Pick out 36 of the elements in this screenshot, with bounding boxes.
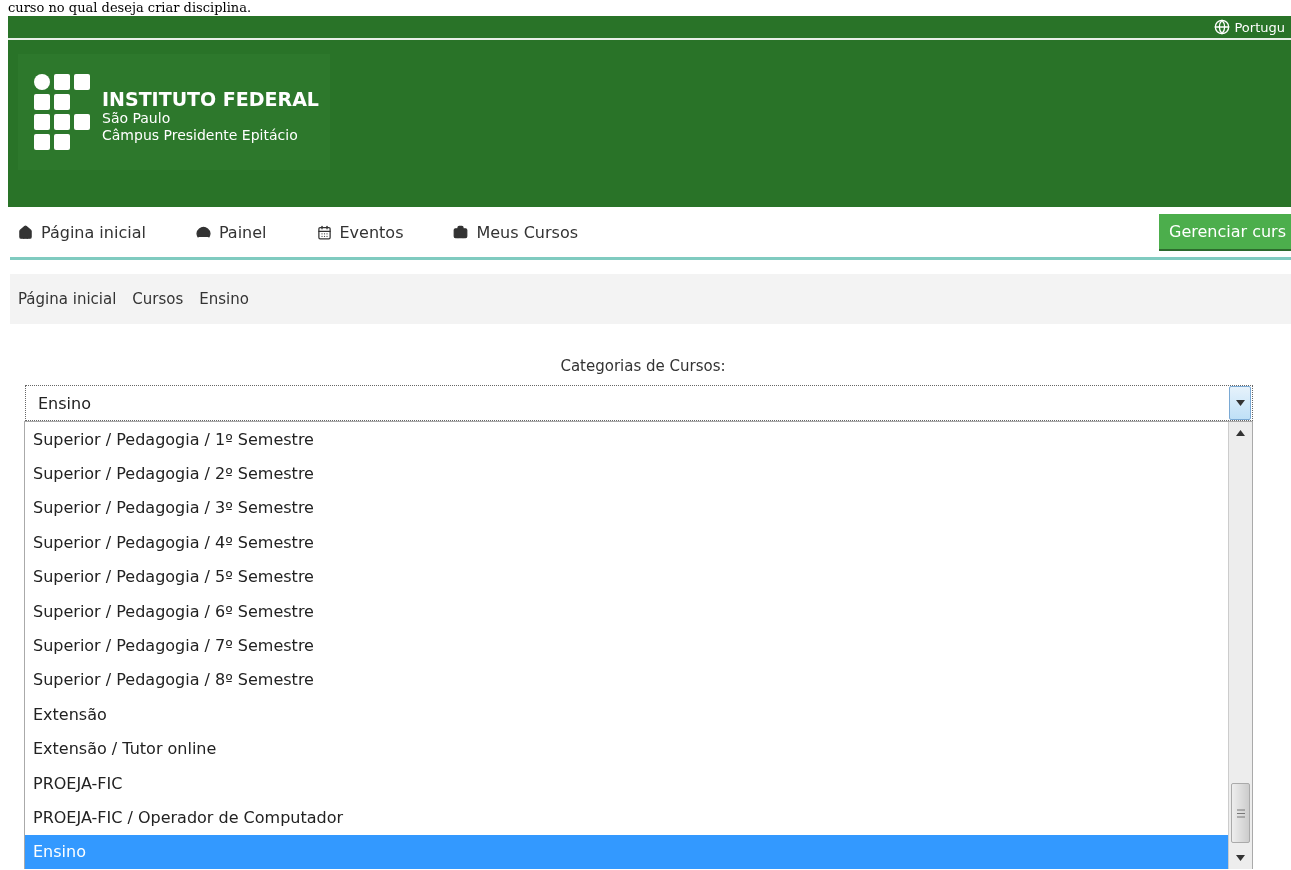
nav-link[interactable]: Meus Cursos [453, 222, 579, 242]
dropdown-arrow-icon[interactable] [1235, 400, 1245, 406]
language-menu[interactable]: Portugu [1214, 19, 1285, 35]
dropdown-option[interactable]: Superior / Pedagogia / 8º Semestre [25, 662, 1228, 698]
dropdown-option[interactable]: Superior / Pedagogia / 4º Semestre [25, 525, 1228, 560]
scroll-up-icon[interactable] [1236, 430, 1245, 436]
campus-name: Câmpus Presidente Epitácio [102, 127, 299, 144]
briefcase-icon [453, 224, 469, 240]
dropdown-option[interactable]: Superior / Pedagogia / 2º Semestre [25, 456, 1228, 491]
dropdown-option[interactable]: Extensão / Tutor online [25, 731, 1228, 766]
logo-squares-icon [34, 74, 92, 150]
dropdown-option[interactable]: PROEJA-FIC [25, 765, 1228, 801]
dropdown-option[interactable]: PROEJA-FIC / Operador de Computador [25, 800, 1228, 835]
breadcrumb-link[interactable]: Página inicial [18, 290, 117, 308]
nav-link[interactable]: Página inicial [18, 222, 146, 242]
instruction-text: curso no qual deseja criar disciplina. [8, 0, 252, 16]
institution-state: São Paulo [102, 110, 172, 127]
nav-link[interactable]: Eventos [316, 222, 404, 242]
scrollbar[interactable] [1228, 422, 1252, 869]
globe-icon [1214, 19, 1231, 35]
scroll-down-icon[interactable] [1236, 855, 1245, 861]
calendar-icon [316, 224, 332, 240]
institution-name: INSTITUTO FEDERAL [102, 88, 319, 110]
scroll-thumb[interactable] [1231, 783, 1250, 843]
dropdown-option[interactable]: Superior / Pedagogia / 7º Semestre [25, 628, 1228, 663]
breadcrumb-link[interactable]: Ensino [199, 290, 249, 308]
dropdown-option[interactable]: Superior / Pedagogia / 6º Semestre [25, 593, 1228, 629]
nav-link[interactable]: Painel [195, 222, 267, 242]
category-select[interactable]: Ensino [25, 385, 1253, 421]
home-icon [18, 224, 33, 240]
dropdown-option[interactable]: Superior / Pedagogia / 5º Semestre [25, 559, 1228, 594]
dropdown-option[interactable]: Superior / Pedagogia / 3º Semestre [25, 490, 1228, 526]
dropdown-option[interactable]: Extensão [25, 697, 1228, 732]
dropdown-option[interactable]: Superior / Pedagogia / 1º Semestre [25, 422, 1228, 457]
breadcrumb-link[interactable]: Cursos [132, 290, 184, 308]
category-label: Categorias de Cursos: [559, 357, 727, 375]
